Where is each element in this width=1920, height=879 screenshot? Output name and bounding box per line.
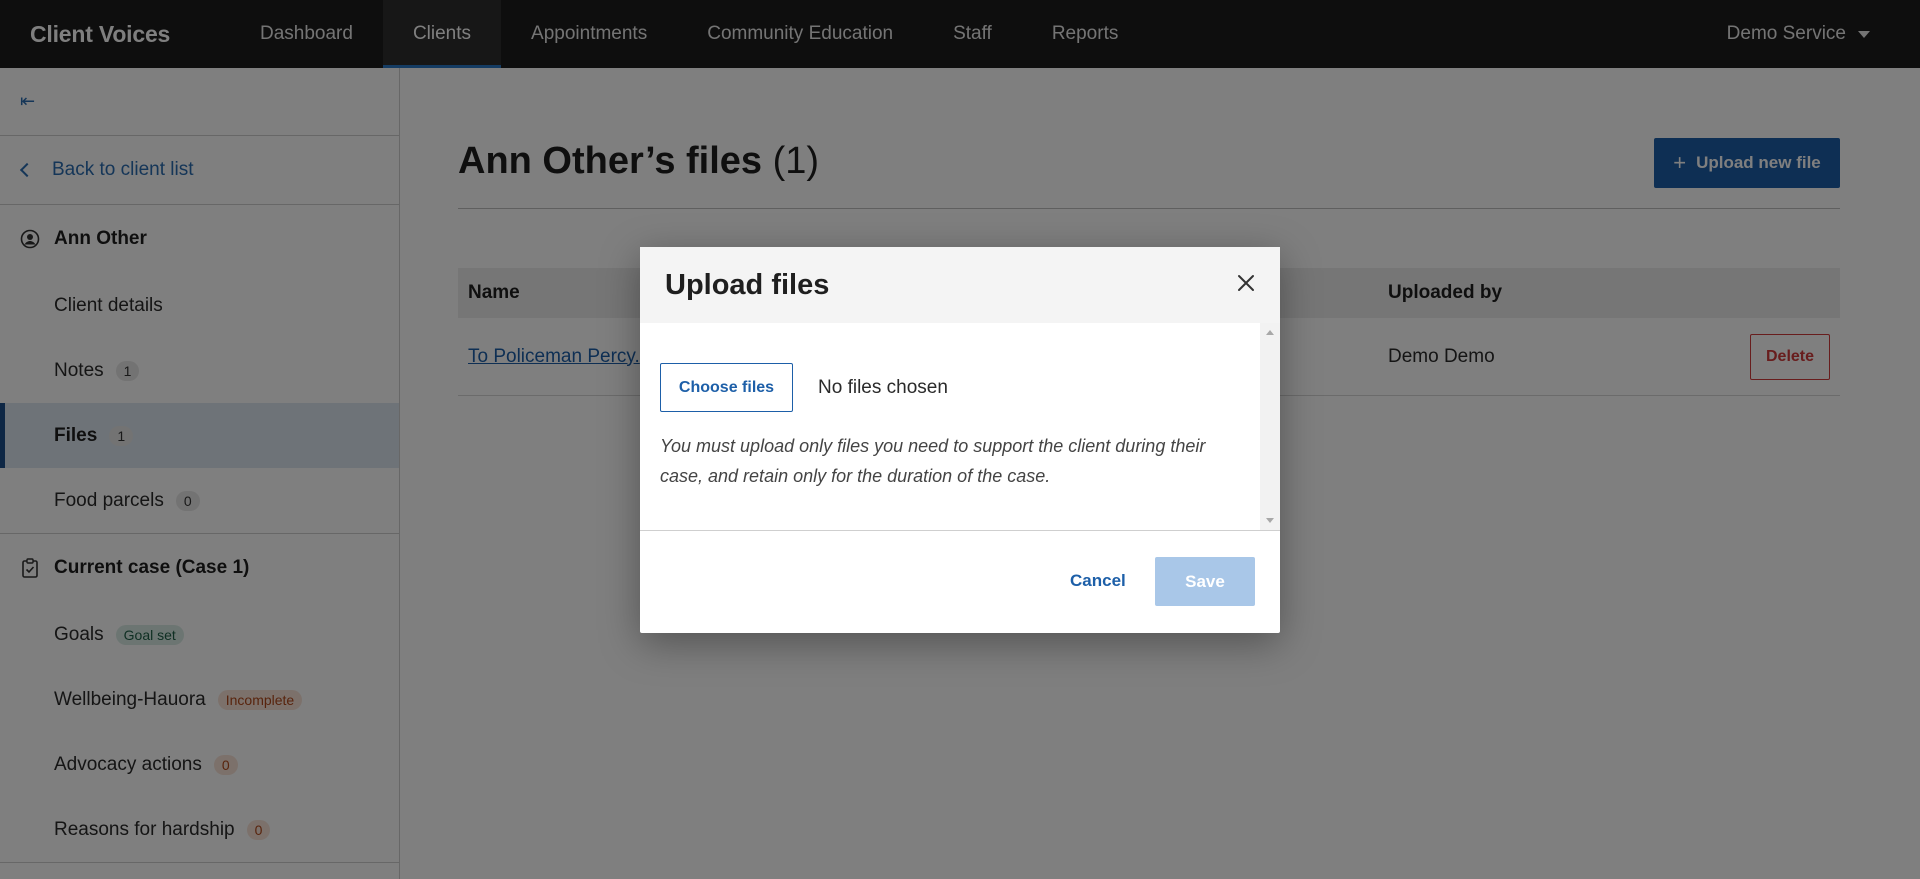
close-icon[interactable] xyxy=(1234,271,1258,295)
choose-files-button[interactable]: Choose files xyxy=(660,363,793,412)
dialog-footer: Cancel Save xyxy=(640,531,1280,633)
scroll-down-icon[interactable] xyxy=(1266,518,1274,523)
no-files-text: No files chosen xyxy=(818,376,948,398)
save-button[interactable]: Save xyxy=(1155,557,1255,606)
dialog-header: Upload files xyxy=(640,247,1280,323)
dialog-scrollbar[interactable] xyxy=(1260,323,1280,530)
cancel-button[interactable]: Cancel xyxy=(1070,571,1126,591)
upload-files-dialog: Upload files Choose files No files chose… xyxy=(640,247,1280,633)
dialog-body: Choose files No files chosen You must up… xyxy=(640,323,1280,531)
file-picker: Choose files No files chosen xyxy=(660,363,948,412)
upload-hint: You must upload only files you need to s… xyxy=(660,436,1206,486)
dialog-title: Upload files xyxy=(665,268,830,301)
scroll-up-icon[interactable] xyxy=(1266,330,1274,335)
